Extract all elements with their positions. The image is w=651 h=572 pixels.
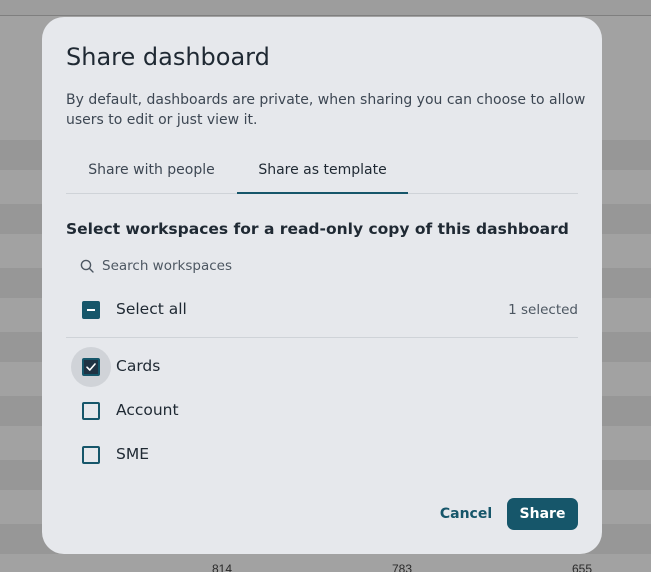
share-tabs: Share with people Share as template (66, 154, 578, 194)
search-input[interactable] (102, 253, 562, 279)
workspace-item-account[interactable]: Account (66, 391, 366, 431)
share-button[interactable]: Share (507, 498, 578, 530)
workspace-checkbox[interactable] (82, 446, 100, 464)
share-dashboard-dialog: Share dashboard By default, dashboards a… (42, 17, 602, 554)
select-all-label: Select all (116, 300, 187, 318)
list-divider (66, 337, 578, 338)
workspace-checkbox[interactable] (82, 402, 100, 420)
indeterminate-dash-icon (87, 309, 95, 311)
workspace-label: Cards (116, 357, 161, 375)
cancel-button[interactable]: Cancel (433, 498, 499, 530)
select-all-row[interactable]: Select all 1 selected (66, 297, 578, 323)
background-top-bar (0, 0, 651, 16)
workspace-label: Account (116, 401, 179, 419)
workspace-item-cards[interactable]: Cards (66, 347, 366, 387)
workspace-checkbox[interactable] (82, 358, 100, 376)
workspace-label: SME (116, 445, 150, 463)
workspaces-section-title: Select workspaces for a read-only copy o… (66, 220, 569, 238)
select-all-checkbox[interactable] (82, 301, 100, 319)
check-icon (86, 363, 96, 371)
tab-share-with-people[interactable]: Share with people (66, 154, 237, 194)
tab-share-as-template[interactable]: Share as template (237, 154, 408, 194)
background-value: 655 (572, 562, 593, 572)
workspace-search (66, 253, 578, 279)
selected-count: 1 selected (508, 302, 578, 318)
search-icon (80, 258, 94, 273)
dialog-description: By default, dashboards are private, when… (66, 92, 586, 128)
background-value: 814 (212, 562, 233, 572)
workspace-item-sme[interactable]: SME (66, 435, 366, 475)
dialog-title: Share dashboard (66, 43, 270, 71)
background-value: 783 (392, 562, 413, 572)
